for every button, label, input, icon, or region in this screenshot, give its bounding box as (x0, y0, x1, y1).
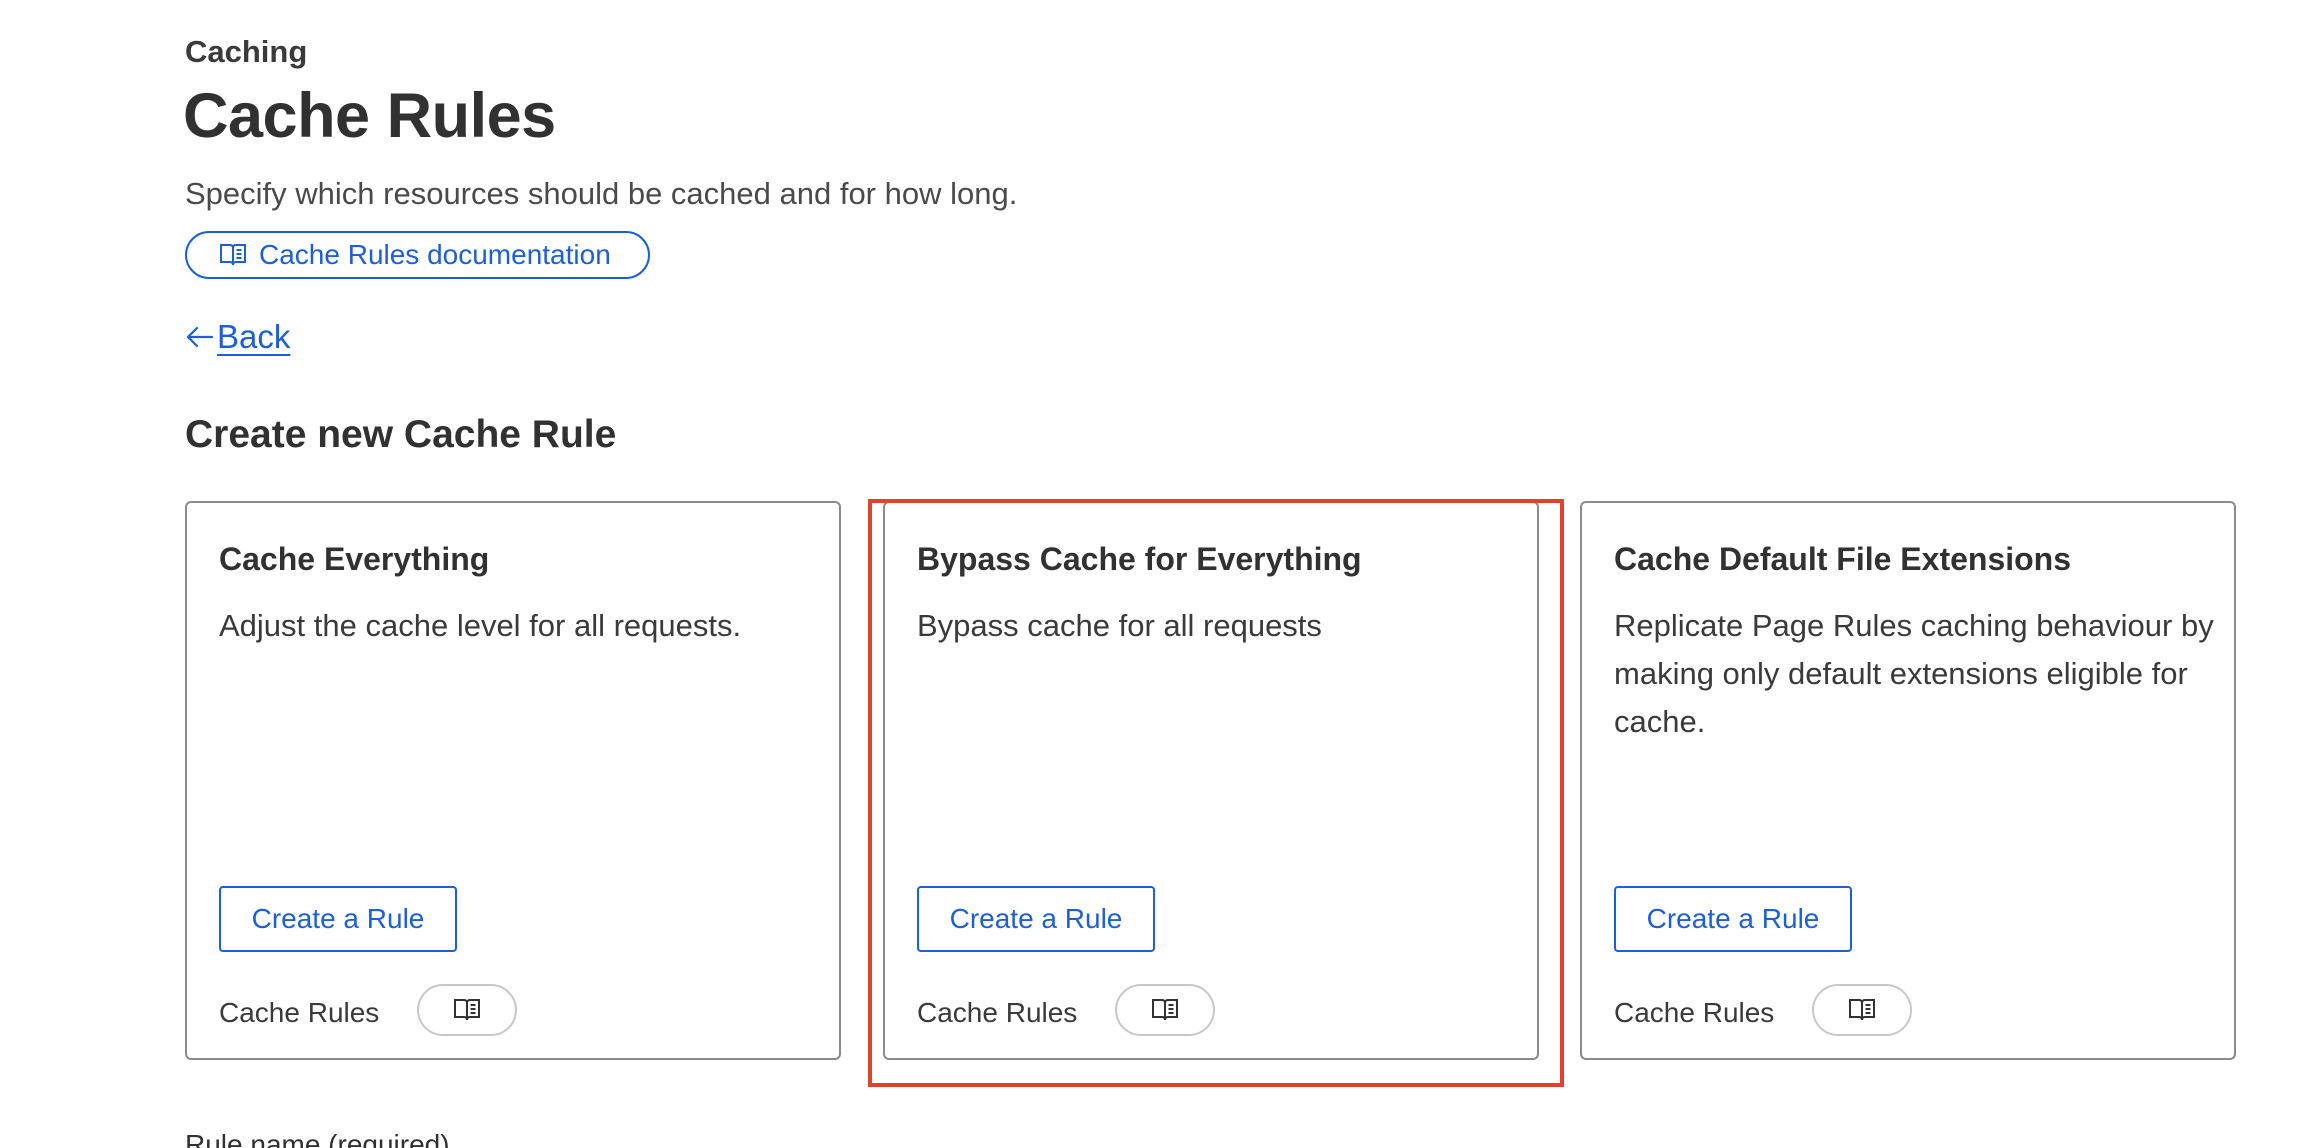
book-icon (453, 997, 481, 1023)
create-rule-button[interactable]: Create a Rule (219, 886, 457, 952)
card-title: Cache Everything (219, 541, 490, 577)
create-rule-button[interactable]: Create a Rule (1614, 886, 1852, 952)
back-link-label: Back (217, 318, 291, 355)
page: Caching Cache Rules Specify which resour… (0, 0, 2300, 1148)
documentation-button[interactable] (1115, 984, 1215, 1036)
documentation-link-label: Cache Rules documentation (259, 239, 611, 270)
breadcrumb[interactable]: Caching (185, 34, 307, 70)
card-footer-label: Cache Rules (917, 997, 1078, 1028)
book-icon (1151, 997, 1179, 1023)
card-footer-label: Cache Rules (219, 997, 380, 1028)
card-title: Cache Default File Extensions (1614, 541, 2072, 577)
create-rule-button[interactable]: Create a Rule (917, 886, 1155, 952)
card-footer-label: Cache Rules (1614, 997, 1775, 1028)
template-card-cache-everything: Cache Everything Adjust the cache level … (185, 501, 841, 1060)
card-description: Adjust the cache level for all requests. (219, 608, 742, 643)
arrow-left-icon (185, 324, 215, 350)
documentation-link[interactable]: Cache Rules documentation (185, 231, 650, 279)
template-card-bypass-cache: Bypass Cache for Everything Bypass cache… (883, 501, 1539, 1060)
section-title: Create new Cache Rule (185, 413, 617, 456)
documentation-button[interactable] (1812, 984, 1912, 1036)
rule-name-label: Rule name (required) (185, 1129, 450, 1148)
card-description: Replicate Page Rules caching behaviour b… (1614, 608, 2214, 739)
back-link[interactable]: Back (185, 318, 290, 356)
book-icon (219, 242, 247, 268)
page-title: Cache Rules (183, 81, 556, 151)
template-card-default-extensions: Cache Default File Extensions Replicate … (1580, 501, 2236, 1060)
book-icon (1848, 997, 1876, 1023)
page-subtitle: Specify which resources should be cached… (185, 176, 1018, 211)
documentation-button[interactable] (417, 984, 517, 1036)
card-title: Bypass Cache for Everything (917, 541, 1362, 577)
card-description: Bypass cache for all requests (917, 608, 1322, 643)
